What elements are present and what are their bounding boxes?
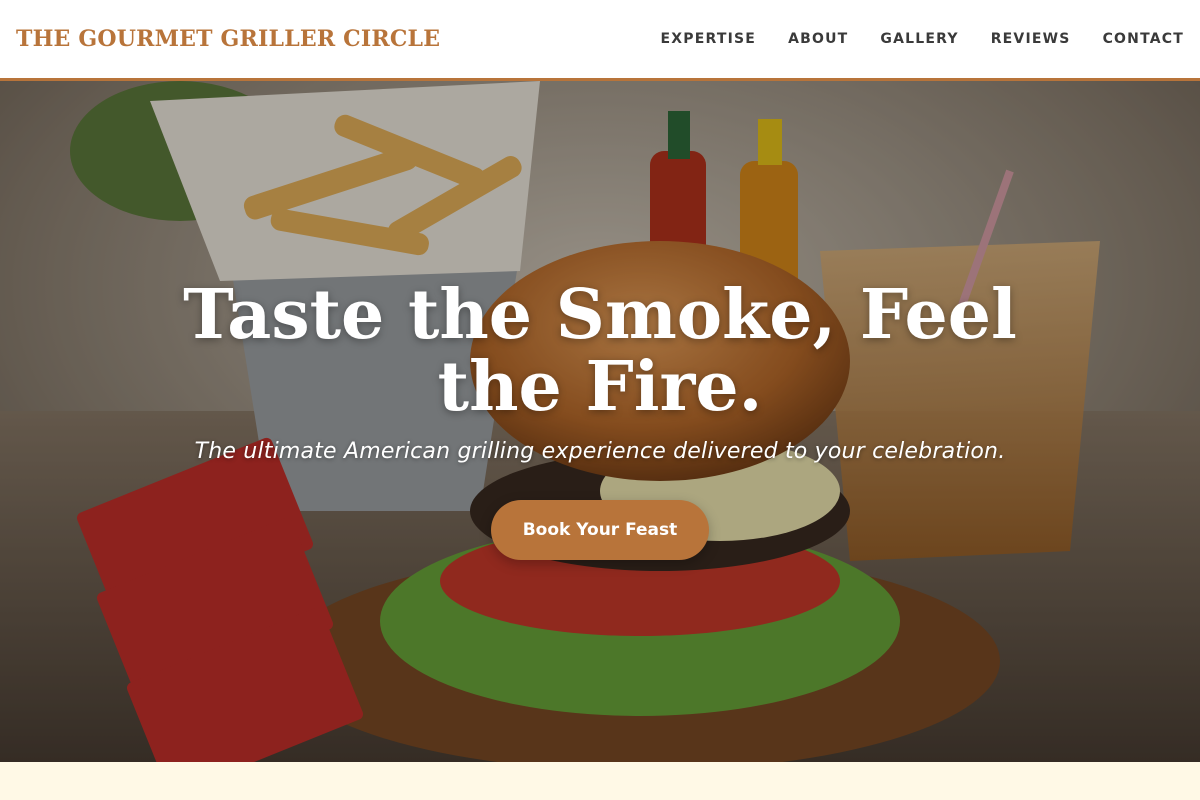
hero-content: Taste the Smoke, Feel the Fire. The ulti…	[0, 279, 1200, 560]
main-nav: EXPERTISE ABOUT GALLERY REVIEWS CONTACT	[661, 31, 1184, 47]
hero-section: Taste the Smoke, Feel the Fire. The ulti…	[0, 81, 1200, 762]
hero-subtitle: The ultimate American grilling experienc…	[194, 439, 1006, 464]
site-header: THE GOURMET GRILLER CIRCLE EXPERTISE ABO…	[0, 0, 1200, 81]
nav-link-about[interactable]: ABOUT	[788, 31, 848, 47]
nav-link-gallery[interactable]: GALLERY	[880, 31, 958, 47]
brand-logo[interactable]: THE GOURMET GRILLER CIRCLE	[16, 26, 440, 52]
next-section-strip	[0, 762, 1200, 800]
nav-link-contact[interactable]: CONTACT	[1103, 31, 1184, 47]
hero-title: Taste the Smoke, Feel the Fire.	[183, 275, 1017, 427]
nav-link-expertise[interactable]: EXPERTISE	[661, 31, 757, 47]
book-your-feast-button[interactable]: Book Your Feast	[490, 500, 710, 560]
nav-link-reviews[interactable]: REVIEWS	[991, 31, 1071, 47]
